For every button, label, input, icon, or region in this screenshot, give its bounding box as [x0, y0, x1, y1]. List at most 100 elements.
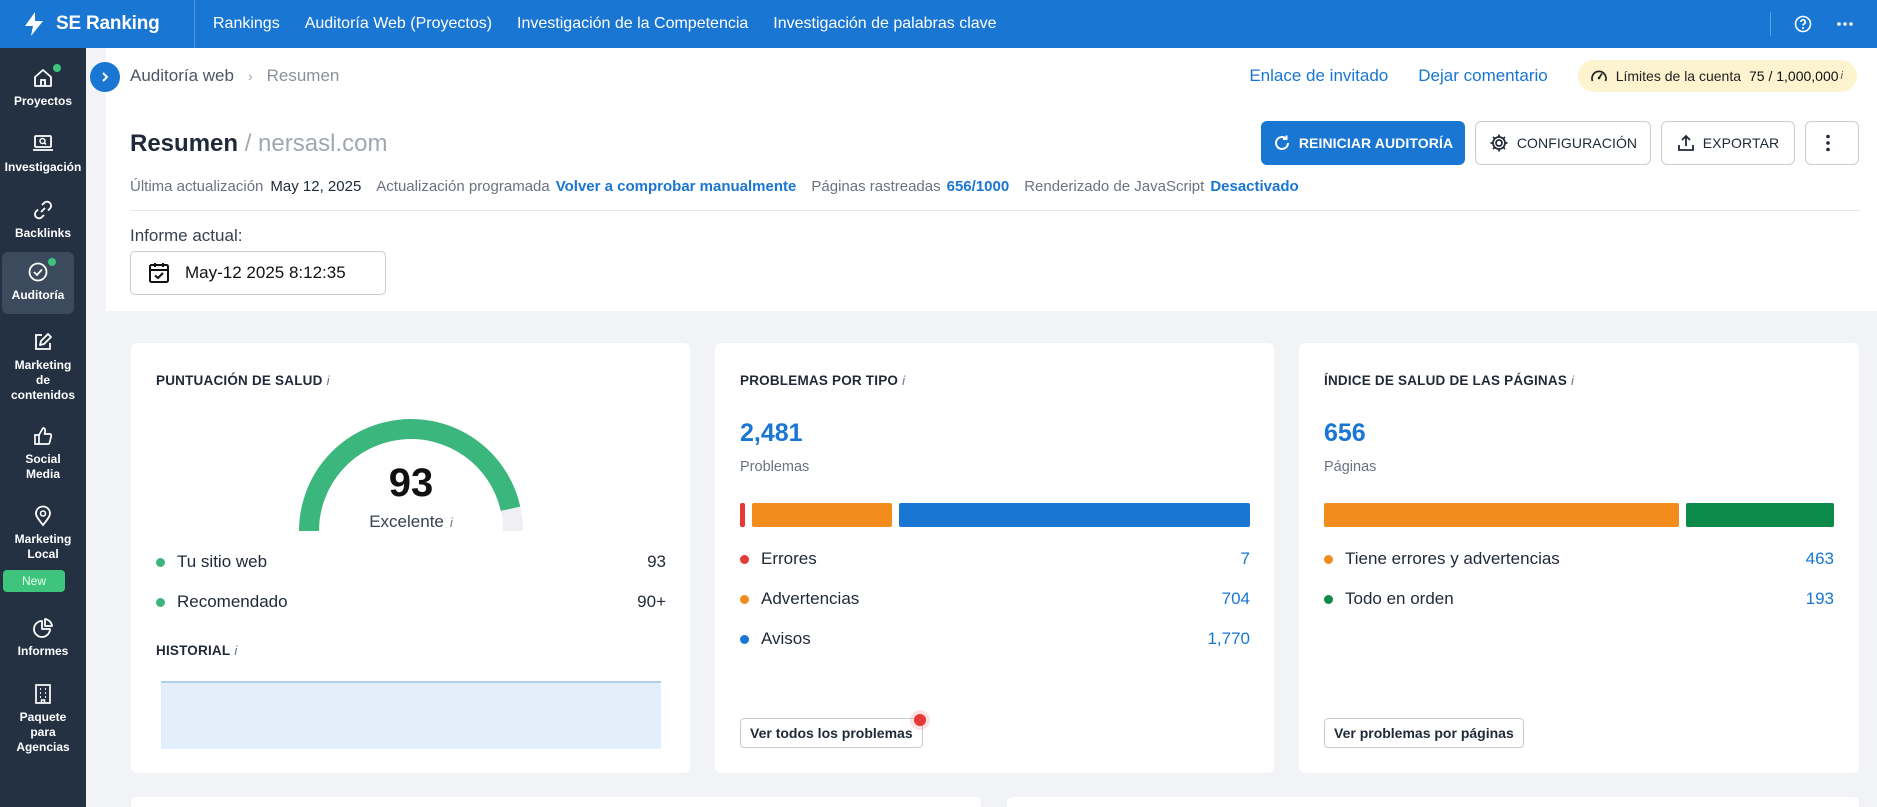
- upload-icon: [1677, 134, 1694, 151]
- info-icon[interactable]: i: [450, 515, 453, 530]
- legend-value[interactable]: 463: [1806, 549, 1834, 569]
- thumbs-up-icon: [31, 424, 55, 448]
- page-domain: / nersasl.com: [244, 130, 388, 157]
- refresh-icon: [1274, 135, 1289, 150]
- divider: [130, 210, 1860, 211]
- feedback-link[interactable]: Dejar comentario: [1418, 66, 1547, 86]
- nav-rankings[interactable]: Rankings: [213, 15, 280, 33]
- settings-button[interactable]: CONFIGURACIÓN: [1475, 121, 1651, 165]
- sidebar-item-agency-pack[interactable]: Paquete para Agencias: [0, 682, 86, 755]
- nav-competitor-research[interactable]: Investigación de la Competencia: [517, 15, 748, 33]
- legend-value[interactable]: 7: [1241, 549, 1250, 569]
- legend-dot: [156, 557, 165, 567]
- help-icon[interactable]: [1793, 14, 1813, 34]
- limits-info-icon[interactable]: i: [1841, 70, 1843, 82]
- export-label: EXPORTAR: [1702, 135, 1780, 151]
- nav-web-audit[interactable]: Auditoría Web (Proyectos): [305, 15, 492, 33]
- last-update-value: May 12, 2025: [270, 178, 362, 195]
- legend-row-errors[interactable]: Errores 7: [740, 549, 1250, 569]
- history-title-text: HISTORIAL: [156, 643, 231, 658]
- legend-value[interactable]: 704: [1222, 589, 1250, 609]
- sidebar-label: Paquete para Agencias: [16, 710, 70, 754]
- bar-segment-all-ok[interactable]: [1686, 503, 1834, 527]
- bar-segment-notices[interactable]: [898, 503, 1250, 527]
- sidebar-item-reports[interactable]: Informes: [0, 616, 86, 659]
- info-icon[interactable]: i: [902, 373, 905, 388]
- health-score-card: PUNTUACIÓN DE SALUD i 93 Excelente i Tu si…: [131, 343, 690, 773]
- sidebar-item-research[interactable]: Investigación: [0, 132, 86, 175]
- legend-label: Avisos: [761, 629, 811, 648]
- info-icon[interactable]: i: [234, 643, 237, 658]
- legend-value: 93: [647, 552, 666, 571]
- sidebar-expand-button[interactable]: [90, 62, 120, 92]
- legend-dot: [740, 554, 749, 564]
- bar-segment-errors[interactable]: [740, 503, 745, 527]
- breadcrumb: Auditoría web › Resumen: [130, 66, 339, 86]
- edit-icon: [31, 330, 55, 354]
- sidebar-item-audit[interactable]: Auditoría: [2, 252, 74, 314]
- legend-row-all-ok[interactable]: Todo en orden 193: [1324, 589, 1834, 609]
- report-date-value: May-12 2025 8:12:35: [185, 263, 346, 282]
- pie-chart-icon: [31, 616, 55, 640]
- scheduled-value-link[interactable]: Volver a comprobar manualmente: [556, 178, 797, 195]
- settings-label: CONFIGURACIÓN: [1516, 135, 1638, 151]
- legend-row-notices[interactable]: Avisos 1,770: [740, 629, 1250, 649]
- issues-total[interactable]: 2,481: [740, 419, 803, 448]
- legend-row-your-site: Tu sitio web 93: [156, 552, 666, 572]
- js-render-value-link[interactable]: Desactivado: [1210, 178, 1298, 195]
- page-title: Resumen / nersasl.com: [130, 130, 387, 158]
- vertical-dots-icon: [1826, 134, 1830, 152]
- bar-segment-has-issues[interactable]: [1324, 503, 1679, 527]
- sidebar-item-backlinks[interactable]: Backlinks: [0, 198, 86, 241]
- info-icon[interactable]: i: [327, 373, 330, 388]
- bar-segment-warnings[interactable]: [751, 503, 892, 527]
- brand[interactable]: SE Ranking: [0, 0, 195, 48]
- crawled-value-link[interactable]: 656/1000: [947, 178, 1010, 195]
- legend-label: Errores: [761, 549, 817, 568]
- legend-label: Todo en orden: [1345, 589, 1454, 608]
- pages-title: ÍNDICE DE SALUD DE LAS PÁGINAS i: [1324, 373, 1574, 388]
- sidebar: Proyectos Investigación Backlinks Audito…: [0, 48, 86, 807]
- sidebar-item-social-media[interactable]: Social Media: [0, 424, 86, 482]
- issues-by-type-card: PROBLEMAS POR TIPO i 2,481 Problemas Erro…: [715, 343, 1274, 773]
- legend-value[interactable]: 193: [1806, 589, 1834, 609]
- legend-label: Tu sitio web: [177, 552, 268, 571]
- info-icon[interactable]: i: [1571, 373, 1574, 388]
- health-score-value: 93: [388, 461, 434, 505]
- top-separator: [1770, 12, 1771, 36]
- brand-name: SE Ranking: [56, 13, 160, 34]
- limits-value: 75 / 1,000,000: [1749, 68, 1839, 84]
- sidebar-label: Proyectos: [13, 94, 73, 108]
- legend-label: Advertencias: [761, 589, 860, 608]
- pages-total[interactable]: 656: [1324, 419, 1366, 448]
- view-all-issues-button[interactable]: Ver todos los problemas: [740, 714, 926, 748]
- legend-row-has-issues[interactable]: Tiene errores y advertencias 463: [1324, 549, 1834, 569]
- restart-audit-button[interactable]: REINICIAR AUDITORÍA: [1261, 121, 1465, 165]
- export-button[interactable]: EXPORTAR: [1661, 121, 1795, 165]
- more-dots-icon[interactable]: [1835, 14, 1855, 34]
- new-badge: New: [3, 570, 65, 592]
- report-date-picker[interactable]: May-12 2025 8:12:35: [130, 251, 386, 295]
- history-title: HISTORIAL i: [156, 643, 237, 658]
- sidebar-item-projects[interactable]: Proyectos: [0, 64, 86, 109]
- sidebar-label: Marketing Local: [14, 532, 72, 561]
- health-score-title-text: PUNTUACIÓN DE SALUD: [156, 373, 323, 388]
- legend-value[interactable]: 1,770: [1207, 629, 1250, 649]
- current-report-label: Informe actual:: [130, 226, 243, 245]
- sidebar-label: Marketing de contenidos: [10, 358, 75, 402]
- check-circle-icon: [26, 258, 56, 284]
- sidebar-item-local-marketing[interactable]: Marketing Local: [0, 504, 86, 562]
- home-icon: [31, 64, 61, 90]
- issues-stacked-bar: [740, 503, 1250, 527]
- breadcrumb-web-audit[interactable]: Auditoría web: [130, 66, 234, 86]
- top-right-tools: [1770, 0, 1877, 48]
- sidebar-label: Informes: [17, 644, 69, 658]
- sidebar-item-content-marketing[interactable]: Marketing de contenidos: [0, 330, 86, 403]
- more-actions-button[interactable]: [1805, 121, 1859, 165]
- legend-row-warnings[interactable]: Advertencias 704: [740, 589, 1250, 609]
- guest-link[interactable]: Enlace de invitado: [1249, 66, 1388, 86]
- chevron-right-icon: ›: [247, 68, 253, 84]
- view-issues-by-pages-button[interactable]: Ver problemas por páginas: [1324, 718, 1524, 748]
- account-limits-badge[interactable]: Límites de la cuenta 75 / 1,000,000 i: [1577, 60, 1857, 92]
- nav-keyword-research[interactable]: Investigación de palabras clave: [773, 15, 996, 33]
